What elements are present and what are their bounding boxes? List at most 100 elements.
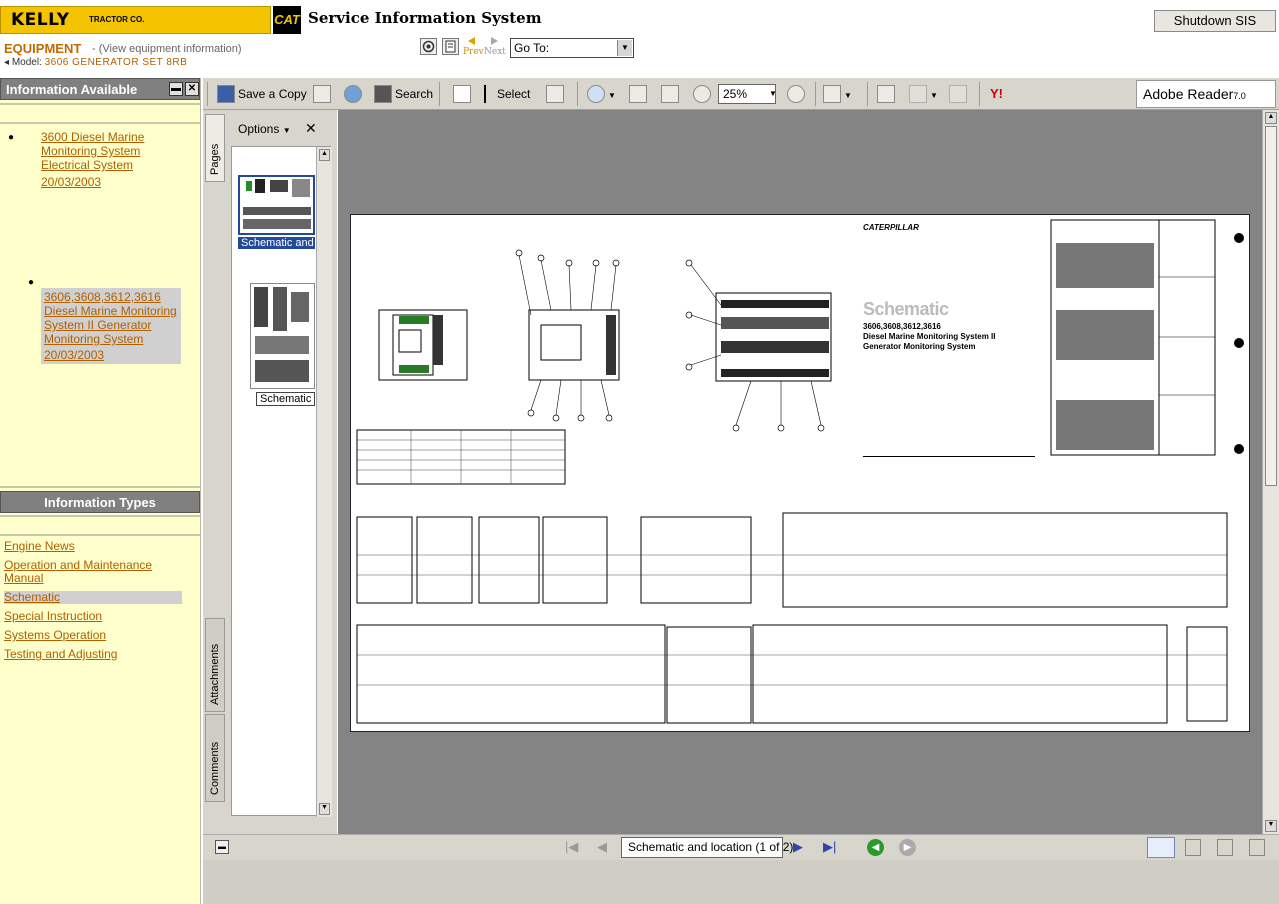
copy-button[interactable] (949, 84, 970, 104)
chevron-down-icon[interactable]: ▼ (608, 91, 616, 100)
spellcheck-button[interactable] (877, 84, 898, 104)
email-button[interactable] (344, 84, 365, 104)
prev-link[interactable]: Prev (463, 47, 484, 57)
facing-view-icon[interactable] (1217, 839, 1233, 856)
page-indicator: Schematic and location (1 of 2) (628, 840, 794, 854)
pdf-page: CATERPILLAR Schematic 3606,3608,3612,361… (350, 214, 1250, 732)
yahoo-toolbar-icon[interactable]: Y! (990, 84, 1003, 104)
thumbnails-scrollbar[interactable]: ▲ ▼ (316, 147, 332, 817)
thumbnail-label[interactable]: Schematic (256, 392, 316, 406)
list-item[interactable]: ● 3600 Diesel Marine Monitoring System E… (8, 130, 182, 189)
brand-sub: TRACTOR CO. (89, 15, 145, 24)
equipment-label: EQUIPMENT (4, 41, 82, 56)
options-menu[interactable]: Options ▼ (238, 122, 291, 136)
thumbnail-page-1[interactable] (238, 175, 315, 235)
type-testing-adjusting[interactable]: Testing and Adjusting (4, 648, 182, 661)
go-forward-icon[interactable]: ▶ (899, 839, 916, 856)
search-button[interactable]: Search (374, 84, 433, 104)
type-special-instruction[interactable]: Special Instruction (4, 610, 182, 623)
zoom-in-tool-button[interactable]: ▼ (587, 84, 616, 104)
zoom-in-button[interactable] (787, 84, 808, 104)
list-item-selected[interactable]: 3606,3608,3612,3616 Diesel Marine Monito… (41, 288, 181, 364)
scroll-thumb[interactable] (1265, 126, 1277, 486)
back-arrow-icon[interactable]: ◂ (4, 57, 9, 68)
tab-comments[interactable]: Comments (205, 714, 225, 802)
scroll-up-icon[interactable]: ▲ (1265, 112, 1277, 124)
first-page-icon[interactable]: |◀ (565, 839, 578, 855)
type-operation-maintenance[interactable]: Operation and Maintenance Manual (4, 559, 182, 585)
last-page-icon[interactable]: ▶| (823, 839, 836, 855)
continuous-facing-view-icon[interactable] (1249, 839, 1265, 856)
single-page-view-icon[interactable] (1147, 837, 1175, 858)
chevron-down-icon[interactable]: ▼ (844, 91, 852, 100)
scroll-down-icon[interactable]: ▼ (319, 803, 330, 815)
next-arrow-icon[interactable] (487, 36, 501, 46)
document-date[interactable]: 20/03/2003 (44, 348, 178, 362)
zoom-out-button[interactable] (693, 84, 714, 104)
adobe-reader-logo: Adobe Reader7.0 (1136, 80, 1276, 108)
type-schematic[interactable]: Schematic (4, 591, 182, 604)
document-link[interactable]: 3600 Diesel Marine Monitoring System Ele… (22, 130, 182, 172)
close-icon[interactable]: ✕ (185, 82, 199, 96)
scroll-down-icon[interactable]: ▼ (1265, 820, 1277, 832)
undo-icon (909, 84, 927, 103)
info-types-header: Information Types (0, 491, 200, 513)
divider (577, 82, 578, 106)
page-title: Service Information System (308, 9, 542, 27)
chevron-down-icon[interactable]: ▼ (769, 84, 777, 104)
camera-icon (546, 84, 564, 103)
go-back-icon[interactable]: ◀ (867, 839, 884, 856)
reader-toolbar: Save a Copy Search Select ▼ 25% ▼ ▼ ▼ Y!… (203, 78, 1279, 110)
prev-arrow-icon[interactable] (465, 36, 479, 46)
shutdown-sis-button[interactable]: Shutdown SIS (1154, 10, 1276, 32)
next-page-icon[interactable]: ▶ (793, 839, 803, 855)
type-systems-operation[interactable]: Systems Operation (4, 629, 182, 642)
chevron-down-icon[interactable]: ▼ (617, 40, 632, 56)
undo-button[interactable]: ▼ (909, 84, 938, 104)
document-scrollbar[interactable]: ▲ ▼ (1262, 110, 1279, 834)
bullet-icon: ● (8, 132, 15, 143)
document-date[interactable]: 20/03/2003 (22, 175, 182, 189)
minimize-icon[interactable]: ▬ (169, 82, 183, 96)
cat-logo: CAT (273, 6, 301, 34)
thumbnail-label[interactable]: Schematic and (238, 237, 315, 249)
document-view[interactable]: CATERPILLAR Schematic 3606,3608,3612,361… (338, 110, 1262, 834)
print-button[interactable] (313, 84, 334, 104)
info-available-title: Information Available (6, 82, 138, 97)
scroll-up-icon[interactable]: ▲ (319, 149, 330, 161)
type-engine-news[interactable]: Engine News (4, 540, 182, 553)
document-icon[interactable] (442, 38, 459, 55)
goto-select[interactable]: Go To: ▼ (510, 38, 634, 58)
print-doc-icon[interactable] (420, 38, 437, 55)
binoculars-icon (374, 84, 392, 103)
divider (867, 82, 868, 106)
next-link[interactable]: Next (484, 47, 506, 57)
hand-tool-button[interactable] (453, 84, 474, 104)
zoom-input[interactable]: 25% (718, 84, 776, 104)
tab-pages[interactable]: Pages (205, 114, 225, 182)
bullet-icon: ● (28, 277, 35, 288)
search-label: Search (395, 87, 434, 101)
chevron-down-icon[interactable]: ▼ (930, 91, 938, 100)
fit-height-button[interactable] (629, 84, 650, 104)
rotate-view-button[interactable]: ▼ (823, 84, 852, 104)
divider (0, 515, 200, 517)
page-thumbnails: Schematic and Schematic ▲ ▼ (231, 146, 332, 817)
select-tool-button[interactable]: Select (484, 84, 530, 104)
tab-attachments[interactable]: Attachments (205, 618, 225, 712)
divider (0, 534, 200, 536)
page-number-input[interactable]: Schematic and location (1 of 2) (621, 837, 793, 858)
close-pane-icon[interactable]: ✕ (305, 120, 317, 137)
view-equipment-link[interactable]: - (View equipment information) (92, 43, 242, 55)
divider (439, 82, 440, 106)
thumbnail-page-2[interactable] (250, 283, 315, 389)
document-link[interactable]: 3606,3608,3612,3616 Diesel Marine Monito… (44, 290, 178, 346)
snapshot-button[interactable] (546, 84, 567, 104)
collapse-pane-icon[interactable]: ▬ (215, 840, 229, 854)
text-cursor-icon (484, 84, 494, 103)
divider (815, 82, 816, 106)
continuous-view-icon[interactable] (1185, 839, 1201, 856)
previous-page-icon[interactable]: ◀ (597, 839, 607, 855)
save-copy-button[interactable]: Save a Copy (217, 84, 307, 104)
fit-width-button[interactable] (661, 84, 682, 104)
